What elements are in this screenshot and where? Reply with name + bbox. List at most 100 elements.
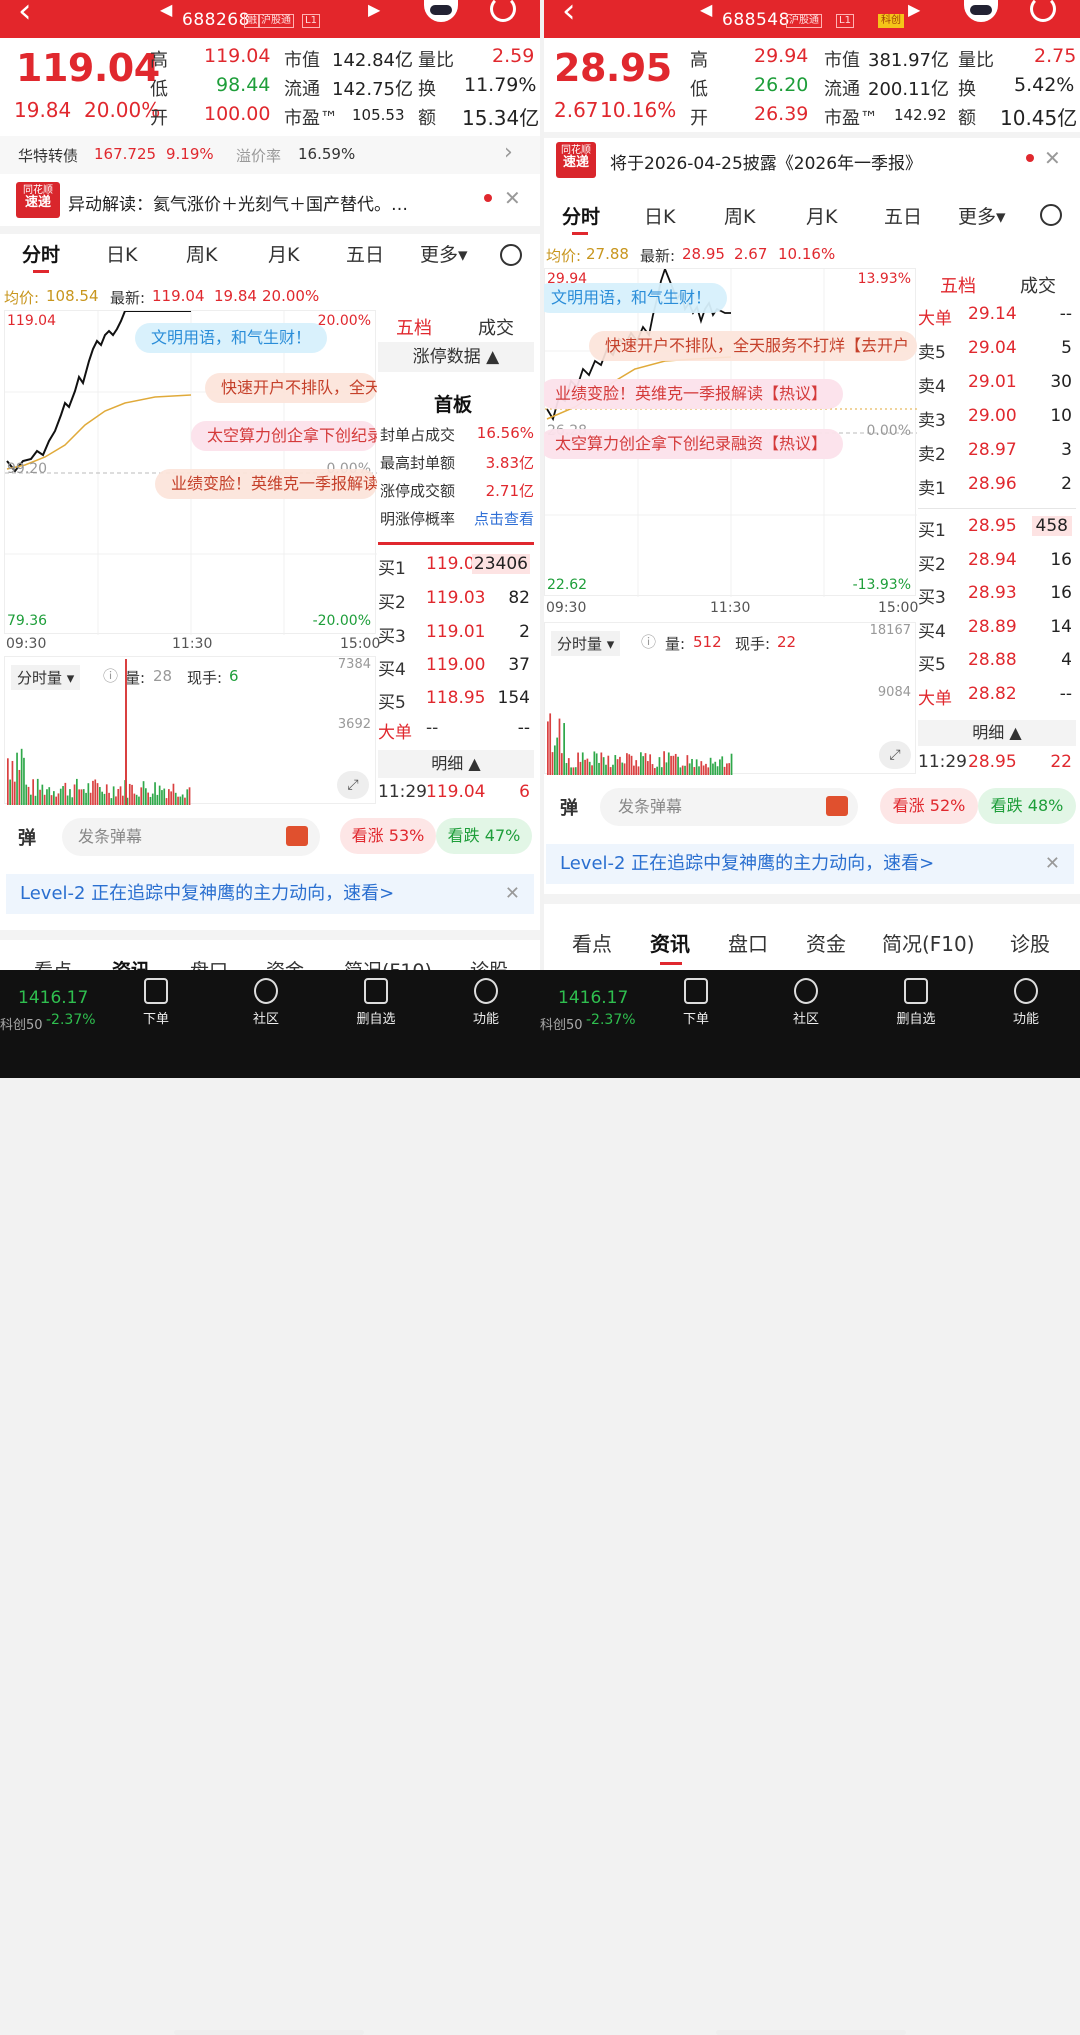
bearish-vote-button[interactable]: 看跌 47% — [436, 818, 532, 854]
news-alert-row[interactable]: 同花顺 速递 将于2026-04-25披露《2026年一季报》 ✕ — [544, 140, 1080, 180]
home-indicator[interactable] — [716, 2030, 906, 2035]
next-stock-icon[interactable]: ▶ — [368, 0, 380, 19]
intraday-chart[interactable]: 119.04 20.00% 99.20 0.00% 79.36 -20.00% … — [4, 310, 377, 635]
home-indicator[interactable] — [174, 2030, 364, 2035]
ask-row[interactable]: 卖3 29.00 10 — [918, 406, 1076, 436]
index-value[interactable]: 1416.17 — [18, 988, 88, 1008]
limit-data-toggle[interactable]: 涨停数据 ▲ — [378, 342, 534, 372]
ask-row[interactable]: 卖5 29.04 5 — [918, 338, 1076, 368]
close-icon[interactable]: ✕ — [505, 874, 520, 914]
mascot-icon[interactable] — [424, 0, 458, 22]
danmu-input[interactable]: 发条弹幕 — [600, 788, 858, 826]
tab-more[interactable]: 更多▾ — [958, 202, 1006, 229]
next-stock-icon[interactable]: ▶ — [908, 0, 920, 19]
bid-row[interactable]: 买4 119.00 37 — [378, 655, 534, 685]
danmu-bubble[interactable]: 文明用语，和气生财！ — [135, 323, 328, 353]
danmu-icon[interactable]: 弹 — [18, 824, 36, 850]
search-icon[interactable] — [490, 0, 516, 22]
functions-nav-item[interactable]: 功能 — [996, 978, 1056, 1027]
prev-stock-icon[interactable]: ◀ — [700, 0, 712, 19]
next-limit-prob-link[interactable]: 点击查看 — [474, 508, 534, 529]
tab-intraday[interactable]: 分时 — [562, 202, 600, 229]
bid-row[interactable]: 买3 119.01 2 — [378, 622, 534, 652]
close-icon[interactable]: ✕ — [1044, 146, 1061, 170]
tab-highlights[interactable]: 看点 — [572, 928, 612, 957]
tab-trades[interactable]: 成交 — [1020, 272, 1056, 298]
prev-stock-icon[interactable]: ◀ — [160, 0, 172, 19]
expand-icon[interactable]: ⤢ — [337, 771, 369, 799]
bid-row[interactable]: 大单 28.82 -- — [918, 684, 1076, 714]
tab-monthly[interactable]: 月K — [806, 202, 837, 229]
bid-row[interactable]: 买1 28.95 458 — [918, 516, 1076, 546]
tab-more[interactable]: 更多▾ — [420, 240, 468, 267]
tab-weekly[interactable]: 周K — [186, 240, 217, 267]
intraday-chart[interactable]: 29.94 13.93% 26.28 0.00% 22.62 -13.93% 文… — [544, 266, 917, 597]
tab-news[interactable]: 资讯 — [112, 956, 150, 970]
tab-daily[interactable]: 日K — [644, 202, 675, 229]
ask-row[interactable]: 卖2 28.97 3 — [918, 440, 1076, 470]
big-order-row[interactable]: 大单 -- -- — [378, 718, 534, 748]
close-icon[interactable]: ✕ — [504, 186, 521, 210]
danmu-bubble[interactable]: 快速开户不排队，全天服务不打烊【去开户 — [589, 331, 917, 361]
remove-watchlist-nav-item[interactable]: 删自选 — [886, 978, 946, 1027]
tab-five-day[interactable]: 五日 — [884, 202, 922, 229]
community-nav-item[interactable]: 社区 — [776, 978, 836, 1027]
bearish-vote-button[interactable]: 看跌 48% — [978, 788, 1076, 824]
bid-row[interactable]: 买2 119.03 82 — [378, 588, 534, 618]
tab-funds[interactable]: 资金 — [806, 928, 846, 957]
level2-banner[interactable]: Level-2 正在追踪中复神鹰的主力动向，速看> ✕ — [6, 874, 534, 914]
bid-row[interactable]: 买3 28.93 16 — [918, 583, 1076, 613]
expand-icon[interactable]: ⤢ — [879, 741, 911, 769]
danmu-bubble[interactable]: 业绩变脸！英维克一季报解读 — [155, 469, 377, 499]
community-nav-item[interactable]: 社区 — [236, 978, 296, 1027]
tab-monthly[interactable]: 月K — [268, 240, 299, 267]
tab-diagnosis[interactable]: 诊股 — [1010, 928, 1050, 957]
tab-intraday[interactable]: 分时 — [22, 240, 60, 267]
tab-orderbook[interactable]: 盘口 — [728, 928, 768, 957]
bid-row[interactable]: 买5 118.95 154 — [378, 688, 534, 718]
tab-funds[interactable]: 资金 — [266, 956, 304, 970]
tab-news[interactable]: 资讯 — [650, 928, 690, 957]
back-arrow-icon[interactable]: ‹ — [18, 0, 32, 28]
remove-watchlist-nav-item[interactable]: 删自选 — [346, 978, 406, 1027]
tab-f10[interactable]: 简况(F10) — [882, 928, 975, 957]
search-icon[interactable] — [1030, 0, 1056, 22]
tab-orderbook[interactable]: 盘口 — [190, 956, 228, 970]
convertible-bond-row[interactable]: 华特转债 167.725 9.19% 溢价率 16.59% › — [0, 136, 540, 174]
back-arrow-icon[interactable]: ‹ — [562, 0, 576, 28]
ask-row[interactable]: 卖1 28.96 2 — [918, 474, 1076, 504]
close-icon[interactable]: ✕ — [1045, 844, 1060, 884]
gift-icon[interactable] — [286, 826, 308, 846]
news-alert-row[interactable]: 同花顺 速递 异动解读：氦气涨价＋光刻气＋国产替代。… ✕ — [0, 180, 540, 220]
bid-row[interactable]: 买1 119.04 23406 — [378, 554, 534, 584]
level2-banner[interactable]: Level-2 正在追踪中复神鹰的主力动向，速看> ✕ — [546, 844, 1074, 884]
danmu-input[interactable]: 发条弹幕 — [62, 818, 320, 856]
danmu-bubble[interactable]: 文明用语，和气生财！ — [544, 283, 728, 313]
gift-icon[interactable] — [826, 796, 848, 816]
tab-five-day[interactable]: 五日 — [346, 240, 384, 267]
tab-five-levels[interactable]: 五档 — [396, 314, 432, 340]
tab-highlights[interactable]: 看点 — [34, 956, 72, 970]
detail-toggle[interactable]: 明细 ▲ — [918, 720, 1076, 746]
danmu-bubble[interactable]: 业绩变脸！英维克一季报解读【热议】 — [544, 379, 844, 409]
tab-five-levels[interactable]: 五档 — [940, 272, 976, 298]
index-value[interactable]: 1416.17 — [558, 988, 628, 1008]
bid-row[interactable]: 买2 28.94 16 — [918, 550, 1076, 580]
order-nav-item[interactable]: 下单 — [666, 978, 726, 1027]
tab-trades[interactable]: 成交 — [478, 314, 514, 340]
danmu-bubble[interactable]: 快速开户不排队，全天 — [205, 373, 377, 403]
tab-f10[interactable]: 简况(F10) — [344, 956, 432, 970]
bullish-vote-button[interactable]: 看涨 53% — [340, 818, 436, 854]
tab-daily[interactable]: 日K — [106, 240, 137, 267]
bullish-vote-button[interactable]: 看涨 52% — [880, 788, 978, 824]
bid-row[interactable]: 买5 28.88 4 — [918, 650, 1076, 680]
bid-row[interactable]: 买4 28.89 14 — [918, 617, 1076, 647]
danmu-bubble[interactable]: 太空算力创企拿下创纪录 — [191, 421, 377, 451]
ask-row[interactable]: 大单 29.14 -- — [918, 304, 1076, 334]
ask-row[interactable]: 卖4 29.01 30 — [918, 372, 1076, 402]
volume-chart[interactable]: 分时量 ▾ ⓘ 量: 512 现手: 22 18167 9084 ⤢ — [544, 622, 916, 775]
danmu-bubble[interactable]: 太空算力创企拿下创纪录融资【热议】 — [544, 429, 844, 459]
tab-weekly[interactable]: 周K — [724, 202, 755, 229]
mascot-icon[interactable] — [964, 0, 998, 22]
tab-diagnosis[interactable]: 诊股 — [470, 956, 508, 970]
